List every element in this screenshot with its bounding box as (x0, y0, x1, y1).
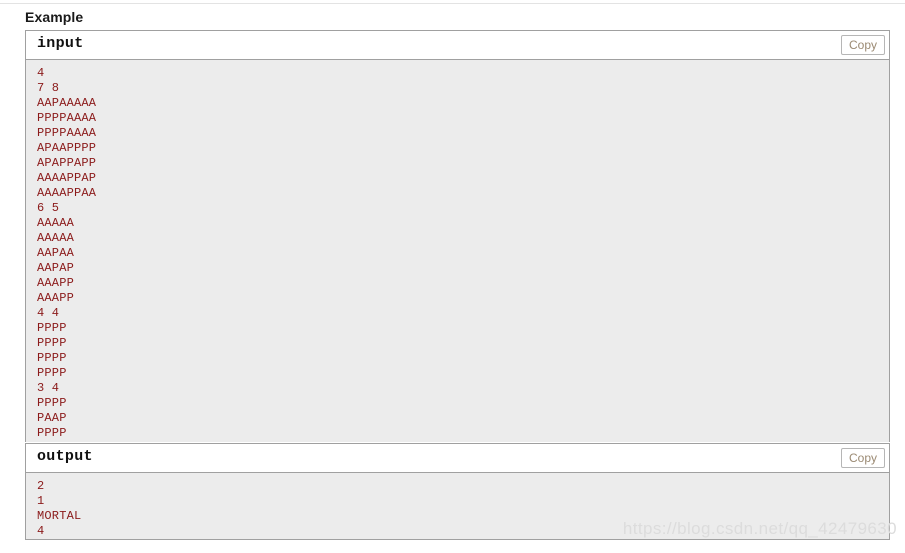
code-line: 4 (37, 524, 45, 538)
code-line: AAAAA (37, 231, 75, 245)
code-line: AAAAPPAA (37, 186, 97, 200)
code-line: AAPAP (37, 261, 75, 275)
sample-input-body[interactable]: 47 8 AAPAAAAA PPPPAAAA PPPPAAAA APAAPPPP APAP… (26, 60, 889, 442)
code-line: PPPP (37, 321, 67, 335)
sample-input-block: input Copy 47 8 AAPAAAAA PPPPAAAA PPPPAAAA A… (25, 30, 890, 442)
code-line: APAPPAPP (37, 156, 97, 170)
sample-output-header: output Copy (26, 444, 889, 473)
code-line: PPPP (37, 366, 67, 380)
sample-output-block: output Copy 2 1 MORTAL 4 (25, 443, 890, 540)
code-line: 4 (37, 66, 45, 80)
sample-output-label: output (37, 448, 93, 465)
copy-input-button[interactable]: Copy (840, 35, 885, 55)
code-line: AAAAPPAP (37, 171, 97, 185)
code-line: PAAP (37, 411, 67, 425)
code-line: 1 (37, 494, 45, 508)
copy-output-button[interactable]: Copy (840, 448, 885, 468)
code-line: PPPP (37, 426, 67, 440)
code-line: PPPPAAAA (37, 126, 97, 140)
code-line: PPPP (37, 396, 67, 410)
code-line: 2 (37, 479, 45, 493)
code-line: APAAPPPP (37, 141, 97, 155)
code-line: AAAPP (37, 276, 75, 290)
code-line: AAAAA (37, 216, 75, 230)
code-line: PPPP (37, 336, 67, 350)
code-line: AAPAA (37, 246, 75, 260)
code-line: AAAPP (37, 291, 75, 305)
code-line: 6 5 (37, 201, 60, 215)
code-line: 7 8 (37, 81, 60, 95)
top-divider (0, 3, 905, 4)
sample-input-header: input Copy (26, 31, 889, 60)
code-line: 4 4 (37, 306, 60, 320)
code-line: PPPPAAAA (37, 111, 97, 125)
example-section: Example input Copy 47 8 AAPAAAAA PPPPAAAA P… (0, 0, 905, 553)
code-line: AAPAAAAA (37, 96, 97, 110)
sample-output-body[interactable]: 2 1 MORTAL 4 (26, 473, 889, 539)
code-line: PPPP (37, 351, 67, 365)
code-line: 3 4 (37, 381, 60, 395)
code-line: MORTAL (37, 509, 82, 523)
page-title: Example (25, 9, 84, 25)
sample-input-label: input (37, 35, 84, 52)
